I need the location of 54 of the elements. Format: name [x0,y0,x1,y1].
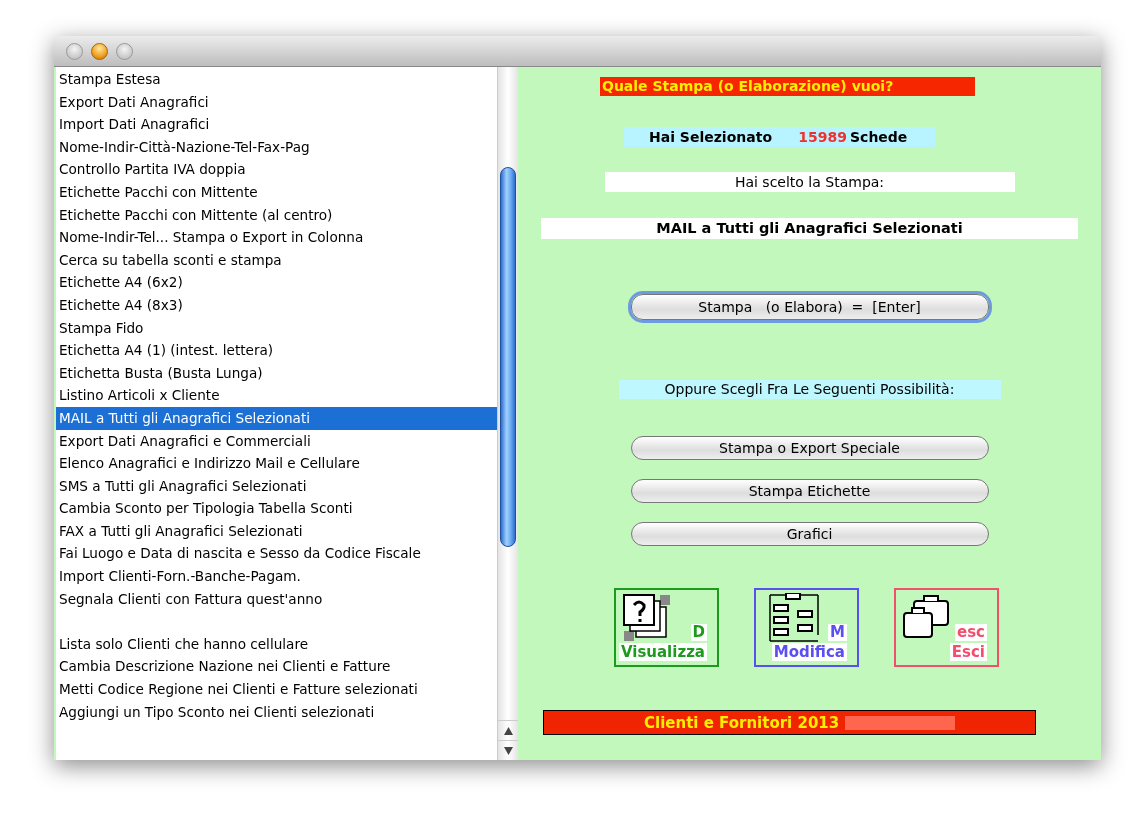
list-item[interactable]: Cambia Descrizione Nazione nei Clienti e Fatture [56,655,497,679]
list-item[interactable]: Elenco Anagrafici e Indirizzo Mail e Cellulare [56,452,497,475]
icon-button-label: Esci [949,643,987,661]
icon-button[interactable]: D Visualizza [614,588,719,667]
shortcut-key: esc [955,624,987,641]
list-item[interactable]: Etichette Pacchi con Mittente [56,180,497,204]
list-item[interactable]: Etichette Pacchi con Mittente (al centro) [56,203,497,227]
list-item[interactable]: Etichetta A4 (1) (intest. lettera) [56,339,497,362]
alternatives-label: Oppure Scegli Fra Le Seguenti Possibilità: [618,380,1001,399]
list-item[interactable]: Nome-Indir-Tel... Stampa o Export in Colonna [56,226,497,249]
list-item[interactable]: MAIL a Tutti gli Anagrafici Selezionati [56,406,497,430]
list-item[interactable]: Cerca su tabella sconti e stampa [56,248,497,272]
print-button[interactable]: Stampa (o Elabora) = [Enter] [630,294,989,320]
scroll-down-icon[interactable] [503,746,513,755]
list-item[interactable]: Etichette A4 (8x3) [56,293,497,317]
list-item[interactable]: Lista solo Clienti che hanno cellulare [56,632,497,656]
chosen-label: Hai scelto la Stampa: [604,172,1015,192]
list-item[interactable]: Export Dati Anagrafici [56,90,497,114]
list-item[interactable]: Stampa Estesa [56,68,497,91]
selected-label: Hai Selezionato [648,129,772,145]
option-button[interactable]: Stampa Etichette [630,479,989,503]
list-item[interactable]: FAX a Tutti gli Anagrafici Selezionati [56,519,497,543]
list-item[interactable]: Etichette A4 (6x2) [56,271,497,294]
document-question-icon [622,593,672,643]
suitcases-icon [902,593,952,639]
option-button[interactable]: Stampa o Export Speciale [630,436,989,460]
icon-button[interactable]: M Modifica [754,588,859,667]
window-button[interactable] [91,42,108,60]
icon-button-label: Modifica [771,643,847,661]
scroll-thumb[interactable] [500,167,516,547]
icon-button-label: Visualizza [618,643,707,661]
list-item[interactable]: Listino Articoli x Cliente [56,384,497,407]
list-item[interactable]: Stampa Fido [56,316,497,340]
list-item[interactable]: Aggiungi un Tipo Sconto nei Clienti selezionati [56,700,497,724]
shortcut-key: M [828,624,847,641]
list-item[interactable]: SMS a Tutti gli Anagrafici Selezionati [56,474,497,498]
list-item[interactable]: Controllo Partita IVA doppia [56,158,497,181]
scroll-up-icon[interactable] [503,726,513,735]
footer-title: Clienti e Fornitori 2013 [644,713,840,732]
list-item[interactable]: Fai Luogo e Data di nascita e Sesso da Codice Fiscale [56,542,497,566]
question-banner: Quale Stampa (o Elaborazione) vuoi? [600,77,975,96]
list-item[interactable]: Cambia Sconto per Tipologia Tabella Sconti [56,497,497,520]
list-item[interactable]: Export Dati Anagrafici e Commerciali [56,429,497,453]
list-item[interactable]: Segnala Clienti con Fattura quest'anno [56,587,497,611]
chosen-print-field: MAIL a Tutti gli Anagrafici Selezionati [541,218,1078,239]
list-item[interactable]: Nome-Indir-Città-Nazione-Tel-Fax-Pag [56,135,497,159]
list-item[interactable]: Etichetta Busta (Busta Lunga) [56,361,497,385]
selected-unit: Schede [849,129,908,145]
option-button[interactable]: Grafici [630,522,989,546]
list-item[interactable]: Import Dati Anagrafici [56,113,497,136]
list-item[interactable]: Import Clienti-Forn.-Banche-Pagam. [56,565,497,588]
shortcut-key: D [690,624,707,641]
scroll-bar[interactable] [497,67,518,760]
list-item[interactable]: Metti Codice Regione nei Clienti e Fatture selezionati [56,678,497,701]
